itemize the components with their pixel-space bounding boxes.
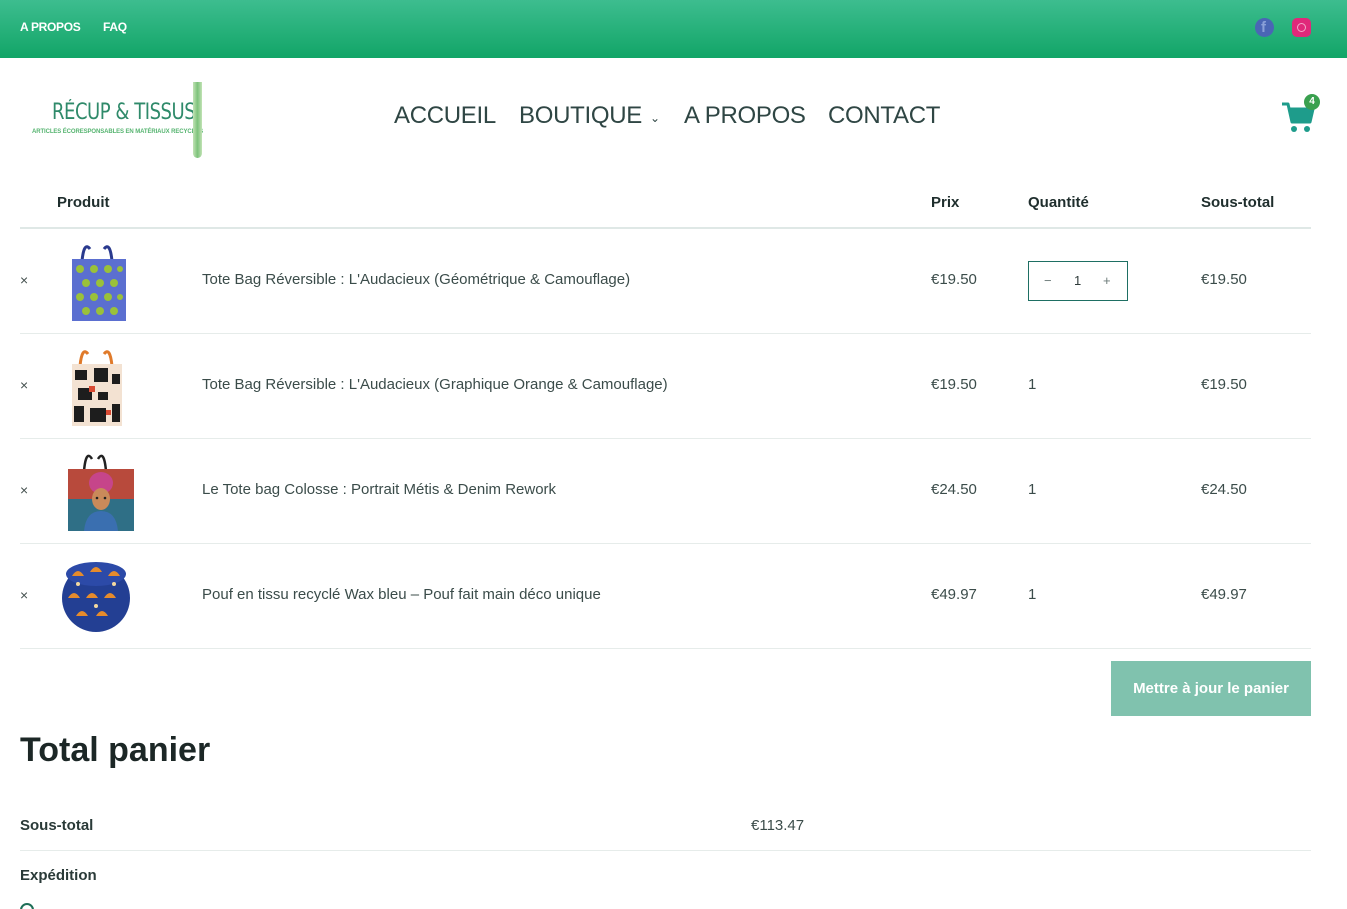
col-header-prix: Prix (931, 194, 960, 211)
table-row: × Pouf en tissu recyclé Wax bleu – Pouf … (0, 544, 1347, 649)
product-subtotal: €19.50 (1201, 271, 1247, 288)
row-divider (20, 648, 1311, 649)
topbar-link-faq[interactable]: FAQ (103, 20, 127, 34)
totals-divider (20, 850, 1311, 851)
product-thumbnail[interactable] (56, 449, 138, 533)
product-thumbnail[interactable] (56, 554, 138, 638)
quantity-stepper[interactable]: − 1 + (1028, 261, 1128, 301)
product-price: €19.50 (931, 271, 977, 288)
product-name[interactable]: Tote Bag Réversible : L'Audacieux (Graph… (202, 376, 668, 393)
nav-a-propos[interactable]: A PROPOS (684, 102, 806, 130)
cart-count-badge: 4 (1304, 94, 1320, 110)
product-quantity: 1 (1028, 481, 1037, 498)
site-logo[interactable]: RÉCUP & TISSUS ARTICLES ÉCORESPONSABLES … (30, 80, 210, 160)
remove-item-button[interactable]: × (20, 587, 28, 603)
topbar-link-a-propos[interactable]: A PROPOS (20, 20, 81, 34)
table-row: × Tote Bag Réversible : L'Audacieux (Géo… (0, 229, 1347, 334)
col-header-sous-total: Sous-total (1201, 194, 1275, 211)
product-price: €49.97 (931, 586, 977, 603)
increase-quantity-button[interactable]: + (1103, 273, 1111, 288)
product-subtotal: €49.97 (1201, 586, 1247, 603)
product-subtotal: €19.50 (1201, 376, 1247, 393)
logo-tagline: ARTICLES ÉCORESPONSABLES EN MATÉRIAUX RE… (32, 129, 203, 135)
logo-title: RÉCUP & TISSUS (52, 100, 196, 125)
product-subtotal: €24.50 (1201, 481, 1247, 498)
product-thumbnail[interactable] (56, 239, 138, 323)
update-cart-button[interactable]: Mettre à jour le panier (1111, 661, 1311, 716)
shipping-label: Expédition (20, 867, 97, 884)
instagram-icon[interactable] (1292, 18, 1311, 37)
product-quantity: 1 (1028, 586, 1037, 603)
logo-needle-icon (193, 82, 202, 158)
subtotal-label: Sous-total (20, 817, 94, 834)
table-row: × Le Tote bag Colosse : Portrait Métis &… (0, 439, 1347, 544)
facebook-icon[interactable]: f (1255, 18, 1274, 37)
nav-accueil[interactable]: ACCUEIL (394, 102, 496, 130)
nav-contact[interactable]: CONTACT (828, 102, 940, 130)
remove-item-button[interactable]: × (20, 272, 28, 288)
top-bar: A PROPOS FAQ f (0, 0, 1347, 58)
col-header-quantite: Quantité (1028, 194, 1089, 211)
product-quantity: 1 (1028, 376, 1037, 393)
cart-totals-title: Total panier (20, 731, 211, 769)
product-name[interactable]: Pouf en tissu recyclé Wax bleu – Pouf fa… (202, 586, 601, 603)
table-row: × Tote Bag Réversible : L'Audacieux (Gra… (0, 334, 1347, 439)
product-name[interactable]: Le Tote bag Colosse : Portrait Métis & D… (202, 481, 556, 498)
nav-boutique[interactable]: BOUTIQUE (519, 102, 642, 130)
remove-item-button[interactable]: × (20, 482, 28, 498)
product-thumbnail[interactable] (56, 344, 138, 428)
product-price: €24.50 (931, 481, 977, 498)
remove-item-button[interactable]: × (20, 377, 28, 393)
chevron-down-icon[interactable]: ⌄ (650, 111, 660, 125)
shipping-option-radio[interactable] (20, 903, 34, 909)
decrease-quantity-button[interactable]: − (1044, 273, 1052, 288)
product-price: €19.50 (931, 376, 977, 393)
col-header-produit: Produit (57, 194, 110, 211)
product-name[interactable]: Tote Bag Réversible : L'Audacieux (Géomé… (202, 271, 630, 288)
subtotal-value: €113.47 (751, 817, 805, 834)
quantity-input[interactable]: 1 (1074, 273, 1081, 288)
